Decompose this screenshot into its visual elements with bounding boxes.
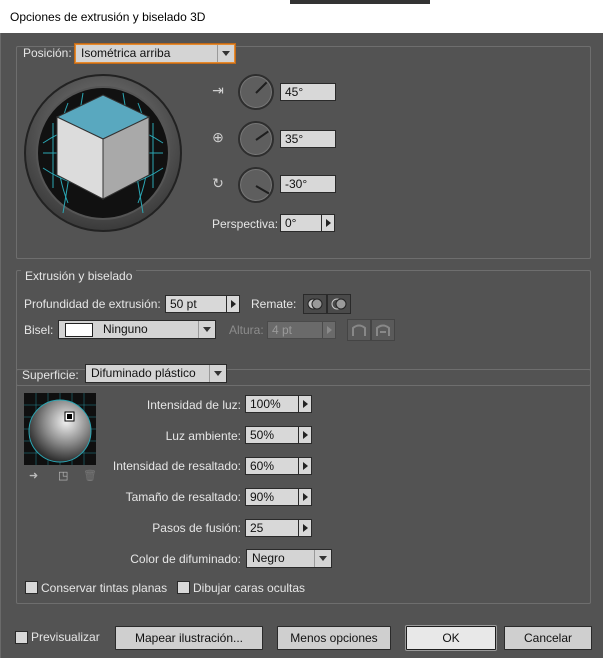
y-dial-needle — [255, 130, 269, 141]
bevel-in-icon — [352, 324, 366, 336]
shading-color-value: Negro — [252, 551, 285, 565]
highlight-size-label: Tamaño de resaltado: — [125, 490, 241, 504]
map-art-button[interactable]: Mapear ilustración... — [115, 626, 263, 650]
preview-checkbox[interactable] — [15, 631, 28, 644]
bevel-value: Ninguno — [103, 322, 148, 336]
extrude-depth-label: Profundidad de extrusión: — [24, 297, 161, 311]
extrude-depth-input[interactable]: 50 pt — [165, 295, 227, 313]
blend-steps-label: Pasos de fusión: — [152, 521, 241, 535]
z-rotation-dial[interactable] — [238, 167, 274, 203]
light-source-dot — [67, 414, 72, 419]
extrude-bevel-heading: Extrusión y biselado — [21, 269, 137, 283]
chevron-down-icon — [209, 365, 226, 382]
background-artwork-strip — [290, 0, 430, 4]
highlight-size-input[interactable]: 90% — [245, 488, 299, 506]
shading-color-label: Color de difuminado: — [130, 552, 241, 566]
cancel-button[interactable]: Cancelar — [504, 626, 592, 650]
perspective-stepper[interactable] — [321, 214, 335, 232]
move-light-to-back-icon[interactable]: ➜ — [29, 470, 43, 482]
highlight-intensity-label: Intensidad de resaltado: — [112, 459, 241, 473]
height-label: Altura: — [229, 323, 264, 337]
rotation-track-cube[interactable] — [23, 73, 183, 233]
shading-color-dropdown[interactable]: Negro — [246, 549, 332, 568]
x-dial-needle — [255, 81, 268, 94]
blend-steps-stepper[interactable] — [298, 519, 312, 537]
draw-hidden-faces-label: Dibujar caras ocultas — [193, 581, 306, 595]
ok-button[interactable]: OK — [406, 626, 496, 650]
surface-label: Superficie: — [22, 368, 79, 382]
z-axis-rotation-icon: ↻ — [212, 175, 224, 191]
chevron-down-icon — [198, 321, 215, 338]
fewer-options-button[interactable]: Menos opciones — [277, 626, 391, 650]
y-axis-rotation-icon: ⊕ — [212, 129, 224, 145]
height-stepper[interactable] — [322, 321, 336, 339]
highlight-intensity-input[interactable]: 60% — [245, 457, 299, 475]
position-preset-value: Isométrica arriba — [81, 46, 171, 60]
cap-off-button[interactable] — [327, 294, 351, 314]
z-dial-needle — [255, 185, 270, 195]
cap-on-button[interactable] — [303, 294, 327, 314]
light-intensity-stepper[interactable] — [298, 395, 312, 413]
y-rotation-dial[interactable] — [238, 121, 274, 157]
cap-label: Remate: — [251, 297, 297, 311]
new-light-icon[interactable]: ◳ — [58, 470, 72, 482]
x-axis-rotation-icon: ⇥ — [212, 82, 224, 98]
cap-off-icon — [331, 298, 347, 310]
preserve-spot-checkbox[interactable] — [25, 581, 38, 594]
title-bar: Opciones de extrusión y biselado 3D — [0, 0, 603, 33]
perspective-label: Perspectiva: — [212, 217, 279, 231]
bevel-extent-in-button[interactable] — [347, 319, 371, 341]
preserve-spot-label: Conservar tintas planas — [41, 581, 168, 595]
lit-sphere — [28, 399, 92, 463]
chevron-down-icon — [314, 550, 331, 567]
highlight-size-stepper[interactable] — [298, 488, 312, 506]
chevron-down-icon — [217, 45, 234, 62]
cap-on-icon — [307, 298, 323, 310]
window-title: Opciones de extrusión y biselado 3D — [10, 10, 206, 24]
preview-label: Previsualizar — [31, 630, 100, 644]
ambient-light-label: Luz ambiente: — [165, 429, 241, 443]
lighting-sphere-preview[interactable] — [24, 393, 96, 465]
blend-steps-input[interactable]: 25 — [245, 519, 299, 537]
y-rotation-input[interactable]: 35° — [280, 130, 336, 148]
x-rotation-input[interactable]: 45° — [280, 83, 336, 101]
ambient-light-stepper[interactable] — [298, 426, 312, 444]
surface-value: Difuminado plástico — [91, 366, 196, 380]
extrude-depth-stepper[interactable] — [226, 295, 240, 313]
highlight-intensity-stepper[interactable] — [298, 457, 312, 475]
bevel-preview-swatch — [65, 323, 93, 337]
height-input[interactable]: 4 pt — [267, 321, 323, 339]
light-intensity-input[interactable]: 100% — [245, 395, 299, 413]
bevel-label: Bisel: — [24, 323, 54, 337]
position-preset-dropdown[interactable]: Isométrica arriba — [75, 44, 235, 63]
light-intensity-label: Intensidad de luz: — [146, 398, 241, 412]
position-label: Posición: — [23, 46, 72, 60]
z-rotation-input[interactable]: -30° — [280, 175, 336, 193]
bevel-out-icon — [376, 324, 390, 336]
bevel-dropdown[interactable]: Ninguno — [58, 320, 216, 339]
bevel-extent-out-button[interactable] — [371, 319, 395, 341]
draw-hidden-faces-checkbox[interactable] — [177, 581, 190, 594]
surface-dropdown[interactable]: Difuminado plástico — [85, 364, 227, 383]
x-rotation-dial[interactable] — [238, 74, 274, 110]
dialog-body: Posición: Isométrica arriba ⇥ 45° ⊕ 35° … — [0, 33, 603, 658]
perspective-input[interactable]: 0° — [280, 214, 322, 232]
ambient-light-input[interactable]: 50% — [245, 426, 299, 444]
